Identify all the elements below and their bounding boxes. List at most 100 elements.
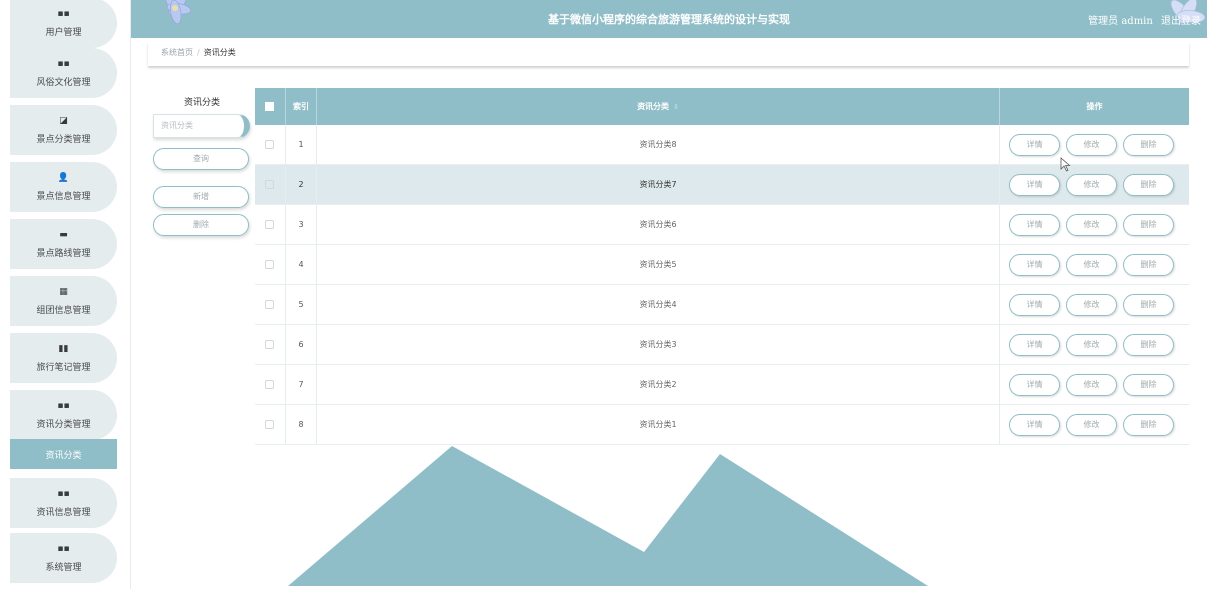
detail-button[interactable]: 详情 (1009, 414, 1060, 436)
detail-button[interactable]: 详情 (1009, 374, 1060, 396)
delete-button[interactable]: 删除 (1123, 134, 1174, 156)
delete-button[interactable]: 删除 (1123, 374, 1174, 396)
sidebar-item-group-management[interactable]: ▦ 组团信息管理 (10, 276, 117, 326)
detail-button[interactable]: 详情 (1009, 134, 1060, 156)
bar-chart-icon: ▮▮ (58, 343, 69, 354)
sidebar-item-news-category-management[interactable]: ▪▪ 资讯分类管理 (10, 390, 117, 440)
sidebar-item-label: 风俗文化管理 (36, 77, 91, 88)
delete-button[interactable]: 删除 (1123, 174, 1174, 196)
row-index: 7 (298, 380, 304, 389)
sidebar-item-culture-management[interactable]: ▪▪ 风俗文化管理 (10, 48, 117, 98)
sidebar-item-label: 旅行笔记管理 (36, 362, 91, 373)
row-index: 8 (298, 420, 304, 429)
sidebar-subitem-news-category[interactable]: 资讯分类 (10, 439, 117, 469)
sidebar-item-label: 资讯信息管理 (36, 507, 91, 518)
column-divider (999, 405, 1000, 445)
detail-button[interactable]: 详情 (1009, 174, 1060, 196)
row-index: 6 (298, 340, 304, 349)
delete-button[interactable]: 删除 (1123, 294, 1174, 316)
row-checkbox[interactable] (265, 300, 274, 309)
table-row[interactable]: 4 资讯分类5 详情 修改 删除 (255, 245, 1189, 285)
table-row[interactable]: 8 资讯分类1 详情 修改 删除 (255, 405, 1189, 445)
edit-button[interactable]: 修改 (1066, 254, 1117, 276)
user-info: 管理员 admin 退出登录 (1088, 12, 1201, 27)
sidebar-item-notes-management[interactable]: ▮▮ 旅行笔记管理 (10, 333, 117, 383)
edit-button[interactable]: 修改 (1066, 214, 1117, 236)
monitor-icon: ▬ (59, 229, 68, 240)
apps-icon: ▦ (59, 286, 68, 297)
breadcrumb: 系统首页 / 资讯分类 (148, 42, 1189, 66)
column-header-name[interactable]: 资讯分类 ⇕ (317, 88, 999, 125)
sidebar: ▪▪ 用户管理 ▪▪ 风俗文化管理 ◪ 景点分类管理 👤 景点信息管理 ▬ 景点… (0, 0, 131, 589)
row-checkbox[interactable] (265, 140, 274, 149)
sidebar-item-news-info-management[interactable]: ▪▪ 资讯信息管理 (10, 478, 117, 528)
row-checkbox[interactable] (265, 220, 274, 229)
row-category-name: 资讯分类3 (639, 340, 677, 349)
sidebar-item-label: 景点路线管理 (36, 248, 91, 259)
logout-link[interactable]: 退出登录 (1161, 16, 1201, 27)
table-header: 索引 资讯分类 ⇕ 操作 (255, 88, 1189, 125)
row-checkbox[interactable] (265, 180, 274, 189)
sidebar-item-label: 资讯分类管理 (36, 419, 91, 430)
edit-button[interactable]: 修改 (1066, 334, 1117, 356)
sidebar-item-system-management[interactable]: ▪▪ 系统管理 (10, 533, 117, 583)
sidebar-item-scenic-info-management[interactable]: 👤 景点信息管理 (10, 162, 117, 212)
detail-button[interactable]: 详情 (1009, 214, 1060, 236)
column-header-index: 索引 (293, 102, 309, 111)
edit-button[interactable]: 修改 (1066, 294, 1117, 316)
user-icon: 👤 (57, 172, 70, 183)
edit-button[interactable]: 修改 (1066, 414, 1117, 436)
grid-icon: ▪▪ (57, 58, 70, 69)
batch-delete-button[interactable]: 删除 (153, 214, 249, 236)
row-checkbox[interactable] (265, 340, 274, 349)
grid-icon: ▪▪ (57, 543, 70, 554)
column-divider (999, 125, 1000, 165)
sidebar-item-label: 系统管理 (45, 562, 82, 573)
delete-button[interactable]: 删除 (1123, 254, 1174, 276)
sidebar-item-scenic-category-management[interactable]: ◪ 景点分类管理 (10, 105, 117, 155)
query-button[interactable]: 查询 (153, 148, 249, 170)
breadcrumb-current: 资讯分类 (203, 48, 236, 57)
row-checkbox[interactable] (265, 380, 274, 389)
sidebar-item-user-management[interactable]: ▪▪ 用户管理 (10, 0, 117, 48)
sidebar-item-label: 景点分类管理 (36, 134, 91, 145)
table-row[interactable]: 3 资讯分类6 详情 修改 删除 (255, 205, 1189, 245)
table-row[interactable]: 7 资讯分类2 详情 修改 删除 (255, 365, 1189, 405)
edit-button[interactable]: 修改 (1066, 374, 1117, 396)
column-divider (999, 285, 1000, 325)
row-index: 2 (298, 180, 304, 189)
sort-icon[interactable]: ⇕ (673, 103, 679, 111)
table-row[interactable]: 6 资讯分类3 详情 修改 删除 (255, 325, 1189, 365)
top-header: 基于微信小程序的综合旅游管理系统的设计与实现 管理员 admin 退出登录 (131, 0, 1207, 38)
grid-icon: ▪▪ (57, 8, 70, 19)
row-index: 3 (298, 220, 304, 229)
delete-button[interactable]: 删除 (1123, 214, 1174, 236)
role-label: 管理员 (1088, 16, 1119, 27)
table-row[interactable]: 2 资讯分类7 详情 修改 删除 (255, 165, 1189, 205)
search-input[interactable]: 资讯分类 (153, 114, 250, 138)
edit-button[interactable]: 修改 (1066, 134, 1117, 156)
mouse-cursor-icon (1060, 157, 1071, 172)
delete-button[interactable]: 删除 (1123, 414, 1174, 436)
detail-button[interactable]: 详情 (1009, 294, 1060, 316)
row-category-name: 资讯分类8 (639, 140, 677, 149)
row-category-name: 资讯分类1 (639, 420, 677, 429)
mountain-decoration (288, 446, 928, 586)
row-checkbox[interactable] (265, 420, 274, 429)
detail-button[interactable]: 详情 (1009, 334, 1060, 356)
table-row[interactable]: 1 资讯分类8 详情 修改 删除 (255, 125, 1189, 165)
column-divider (999, 365, 1000, 405)
row-category-name: 资讯分类6 (639, 220, 677, 229)
breadcrumb-home-link[interactable]: 系统首页 (161, 48, 193, 57)
add-button[interactable]: 新增 (153, 186, 249, 208)
table-row[interactable]: 5 资讯分类4 详情 修改 删除 (255, 285, 1189, 325)
select-all-checkbox[interactable] (265, 102, 274, 111)
edit-button[interactable]: 修改 (1066, 174, 1117, 196)
grid-icon: ▪▪ (57, 400, 70, 411)
grid-icon: ▪▪ (57, 488, 70, 499)
row-category-name: 资讯分类7 (639, 180, 677, 189)
delete-button[interactable]: 删除 (1123, 334, 1174, 356)
detail-button[interactable]: 详情 (1009, 254, 1060, 276)
row-checkbox[interactable] (265, 260, 274, 269)
sidebar-item-route-management[interactable]: ▬ 景点路线管理 (10, 219, 117, 269)
